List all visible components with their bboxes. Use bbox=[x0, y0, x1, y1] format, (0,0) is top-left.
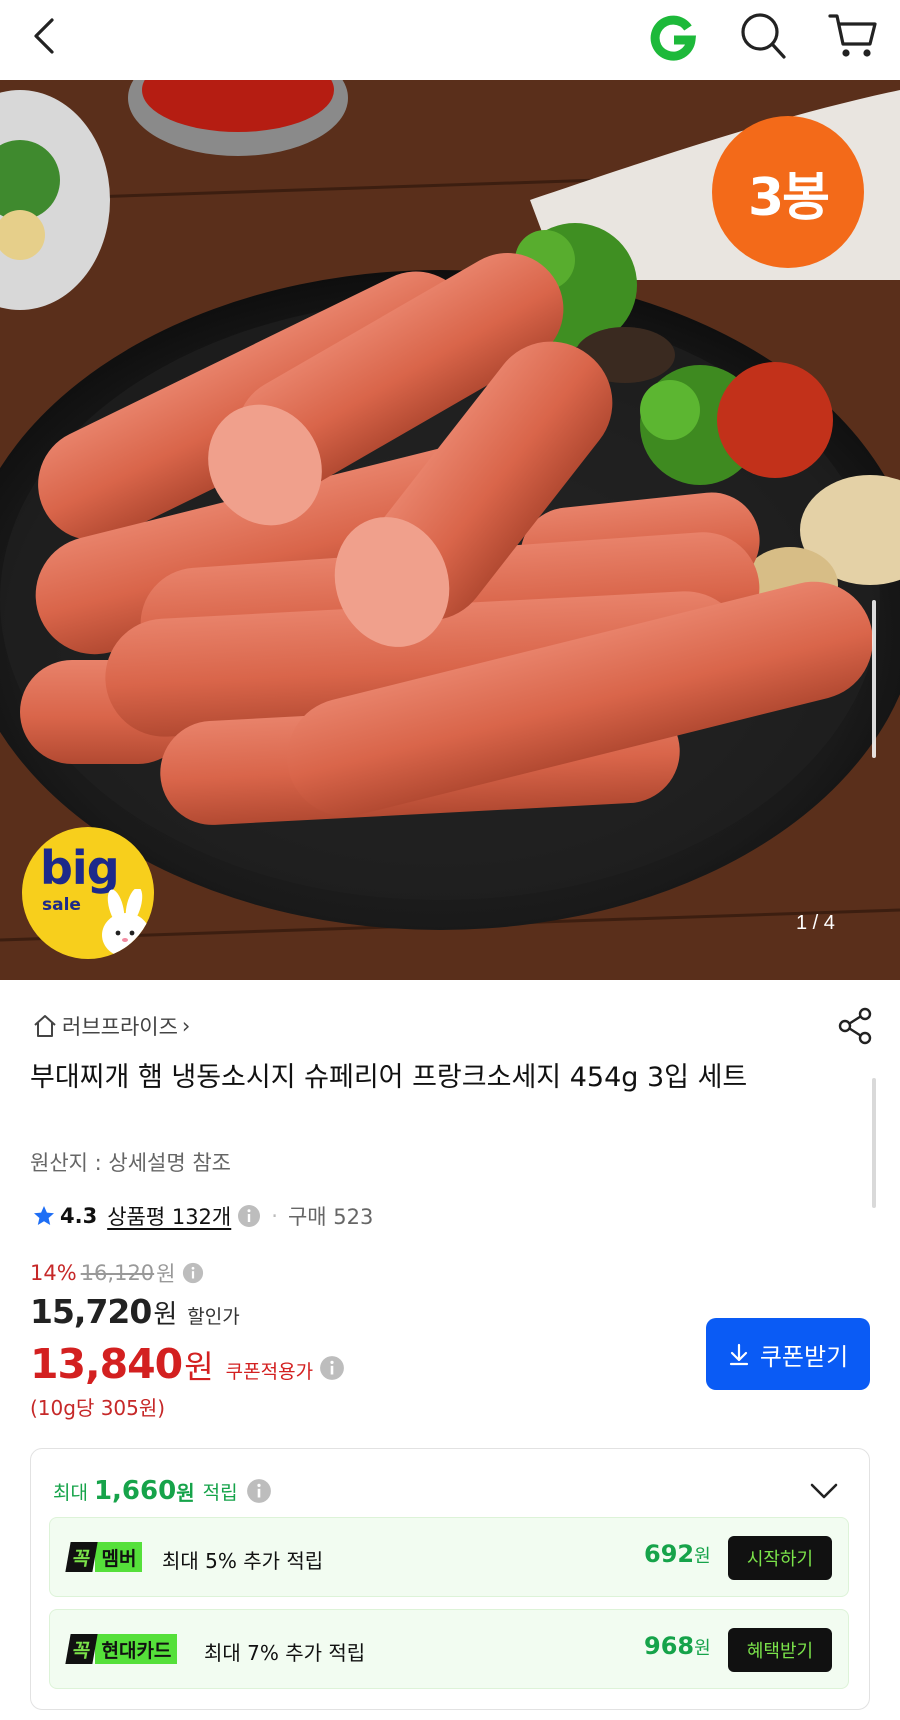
coupon-price-unit: 원 bbox=[184, 1348, 214, 1386]
points-max-amount: 1,660 bbox=[93, 1476, 177, 1506]
get-benefit-button[interactable]: 혜택받기 bbox=[728, 1628, 832, 1672]
get-coupon-button[interactable]: 쿠폰받기 bbox=[706, 1318, 870, 1390]
store-link[interactable]: 러브프라이즈 › bbox=[32, 1010, 190, 1042]
info-icon[interactable] bbox=[246, 1478, 272, 1504]
benefit-amount: 692원 bbox=[644, 1540, 711, 1568]
points-max-unit: 원 bbox=[176, 1480, 195, 1505]
points-benefit-row: 꼭 현대카드 최대 7% 추가 적립 968원 혜택받기 bbox=[49, 1609, 849, 1689]
benefit-amount: 968원 bbox=[644, 1632, 711, 1660]
points-panel: 최대 1,660 원 적립 꼭 멤버 최대 5% 추가 적립 692원 시작하기… bbox=[30, 1448, 870, 1710]
rating-score: 4.3 bbox=[60, 1204, 98, 1228]
discount-row: 14% 16,120 원 bbox=[30, 1258, 204, 1288]
discount-percent: 14% bbox=[30, 1261, 77, 1285]
big-sale-badge: big sale bbox=[22, 827, 154, 959]
coupon-price-label: 쿠폰적용가 bbox=[225, 1361, 314, 1383]
g-logo-icon[interactable] bbox=[648, 12, 698, 62]
info-icon[interactable] bbox=[319, 1355, 345, 1381]
coupon-price: 13,840 bbox=[30, 1340, 183, 1388]
share-icon[interactable] bbox=[835, 1006, 875, 1046]
benefit-amount-value: 692 bbox=[644, 1540, 695, 1568]
benefit-tag-name: 현대카드 bbox=[95, 1634, 178, 1664]
home-icon bbox=[34, 1015, 56, 1037]
search-icon[interactable] bbox=[738, 10, 788, 62]
benefit-tag-mark: 꼭 bbox=[65, 1542, 99, 1572]
sale-price-unit: 원 bbox=[153, 1300, 178, 1330]
original-price: 16,120 bbox=[80, 1261, 155, 1285]
points-benefit-row: 꼭 멤버 최대 5% 추가 적립 692원 시작하기 bbox=[49, 1517, 849, 1597]
points-prefix: 최대 bbox=[53, 1481, 88, 1504]
sale-price: 15,720 bbox=[30, 1292, 152, 1331]
benefit-tag: 꼭 현대카드 bbox=[65, 1634, 178, 1664]
get-coupon-label: 쿠폰받기 bbox=[759, 1342, 849, 1371]
start-membership-button[interactable]: 시작하기 bbox=[728, 1536, 832, 1580]
top-bar bbox=[0, 0, 900, 80]
pack-count-badge: 3봉 bbox=[712, 116, 864, 268]
purchase-count: 구매 523 bbox=[287, 1205, 374, 1229]
big-sale-subtext: sale bbox=[42, 895, 81, 915]
info-icon[interactable] bbox=[237, 1204, 261, 1228]
scrollbar[interactable] bbox=[872, 600, 876, 758]
chevron-left-icon[interactable] bbox=[26, 14, 66, 58]
store-name: 러브프라이즈 bbox=[62, 1015, 178, 1039]
product-title: 부대찌개 햄 냉동소시지 슈페리어 프랑크소세지 454g 3입 세트 bbox=[30, 1062, 748, 1093]
cart-icon[interactable] bbox=[826, 10, 880, 62]
benefit-tag: 꼭 멤버 bbox=[65, 1542, 143, 1572]
benefit-description: 최대 5% 추가 적립 bbox=[162, 1549, 324, 1573]
chevron-right-icon: › bbox=[181, 1014, 191, 1038]
chevron-down-icon[interactable] bbox=[809, 1479, 839, 1503]
bunny-icon bbox=[102, 889, 150, 957]
big-sale-text: big bbox=[40, 841, 120, 895]
origin-info: 원산지 : 상세설명 참조 bbox=[30, 1151, 231, 1175]
download-icon bbox=[729, 1343, 748, 1366]
benefit-amount-unit: 원 bbox=[694, 1546, 711, 1567]
page-scrollbar[interactable] bbox=[872, 1078, 876, 1208]
info-icon[interactable] bbox=[182, 1262, 204, 1284]
star-icon bbox=[34, 1206, 54, 1225]
points-header: 최대 1,660 원 적립 bbox=[53, 1471, 272, 1511]
image-pager: 1 / 4 bbox=[796, 912, 835, 934]
points-suffix: 적립 bbox=[202, 1481, 238, 1504]
rating-row: 4.3 상품평 132개 · 구매 523 bbox=[32, 1198, 373, 1234]
benefit-tag-name: 멤버 bbox=[95, 1542, 143, 1572]
benefit-amount-value: 968 bbox=[644, 1632, 695, 1660]
review-count-link[interactable]: 상품평 132개 bbox=[107, 1201, 231, 1231]
coupon-price-row: 13,840 원 쿠폰적용가 bbox=[30, 1340, 345, 1396]
product-image-carousel[interactable]: 3봉 big sale 1 / 4 bbox=[0, 80, 900, 980]
benefit-tag-mark: 꼭 bbox=[65, 1634, 99, 1664]
original-price-unit: 원 bbox=[156, 1262, 176, 1286]
sale-price-row: 15,720 원 할인가 bbox=[30, 1292, 240, 1336]
benefit-description: 최대 7% 추가 적립 bbox=[204, 1641, 366, 1665]
separator-dot: · bbox=[271, 1204, 278, 1228]
unit-price: (10g당 305원) bbox=[30, 1396, 166, 1420]
benefit-amount-unit: 원 bbox=[694, 1638, 711, 1659]
sale-price-label: 할인가 bbox=[187, 1306, 240, 1328]
